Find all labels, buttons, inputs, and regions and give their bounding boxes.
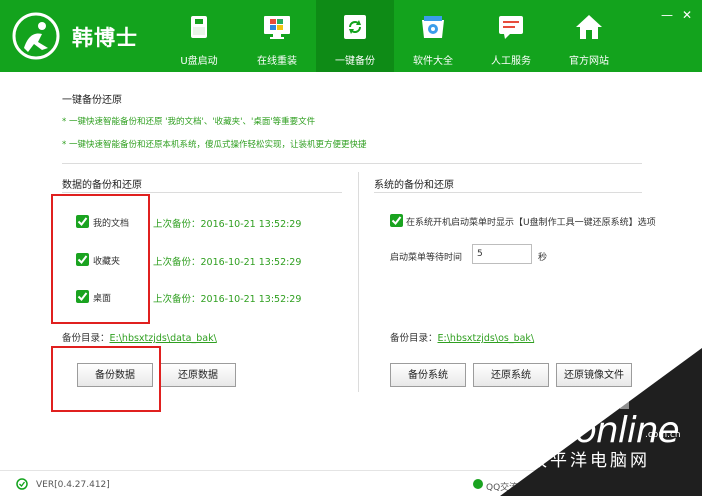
system-dir-link[interactable]: E:\hbsxtzjds\os_bak\ [438, 333, 535, 344]
wait-time-label: 启动菜单等待时间 [390, 253, 463, 263]
nav-usb-boot[interactable]: U盘启动 [160, 0, 238, 72]
nav-one-click-backup[interactable]: 一键备份 [316, 0, 394, 72]
qq-icon [473, 479, 483, 489]
wait-time-unit: 秒 [538, 253, 548, 263]
dir-label: 备份目录： [62, 333, 110, 344]
nav-official-site[interactable]: 官方网站 [550, 0, 628, 72]
refresh-backup-icon [344, 15, 366, 39]
wait-time-input[interactable]: 5 [472, 244, 532, 264]
restore-data-button[interactable]: 还原数据 [160, 363, 236, 387]
nav-label: 一键备份 [335, 56, 375, 67]
watermark-domain: .com.cn [645, 430, 681, 440]
dir-label: 备份目录： [390, 333, 438, 344]
section-divider [62, 163, 642, 164]
feature-note: * 一键快速智能备份和还原 '我的文档'、'收藏夹'、'桌面'等重要文件 [62, 117, 316, 127]
last-backup-time: 上次备份：2016-10-21 13:52:29 [153, 294, 302, 305]
check-icon [391, 216, 402, 226]
nav-label: 官方网站 [569, 56, 609, 67]
highlight-checkbox-box [51, 194, 150, 324]
data-title-divider [62, 192, 342, 193]
home-icon [576, 15, 602, 39]
chat-service-icon [499, 16, 523, 39]
nav-manual-service[interactable]: 人工服务 [472, 0, 550, 72]
version-text: VER[0.4.27.412] [36, 480, 110, 490]
system-title-divider [374, 192, 642, 193]
feature-note: * 一键快速智能备份和还原本机系统，傻瓜式操作轻松实现，让装机更方便更快捷 [62, 140, 367, 150]
section-vertical-divider [358, 172, 359, 392]
boot-menu-option-checkbox[interactable] [390, 214, 403, 227]
minimize-button[interactable]: — [660, 8, 674, 22]
brand-name: 韩博士 [72, 26, 138, 50]
data-backup-dir: 备份目录：E:\hbsxtzjds\data_bak\ [62, 330, 217, 344]
data-dir-link[interactable]: E:\hbsxtzjds\data_bak\ [110, 333, 217, 344]
title-bar: 韩博士 U盘启动 在线重装 一键备份 软件大全 人工服务 官方网站 — ✕ [0, 0, 702, 72]
system-section-title: 系统的备份和还原 [374, 180, 454, 191]
boot-menu-option-label: 在系统开机启动菜单时显示【U盘制作工具一键还原系统】选项 [406, 218, 656, 228]
nav-software[interactable]: 软件大全 [394, 0, 472, 72]
nav-online-reinstall[interactable]: 在线重装 [238, 0, 316, 72]
nav-label: 软件大全 [413, 56, 453, 67]
close-button[interactable]: ✕ [680, 8, 694, 22]
usb-drive-icon [191, 16, 207, 38]
watermark-subtitle: 太平洋电脑网 [530, 451, 650, 471]
page-title: 一键备份还原 [62, 95, 122, 106]
software-store-icon [422, 16, 444, 38]
app-logo-icon [12, 12, 60, 60]
last-backup-time: 上次备份：2016-10-21 13:52:29 [153, 257, 302, 268]
nav-label: U盘启动 [180, 56, 218, 67]
last-backup-time: 上次备份：2016-10-21 13:52:29 [153, 219, 302, 230]
windows-monitor-icon [264, 16, 290, 39]
backup-system-button[interactable]: 备份系统 [390, 363, 466, 387]
version-icon [16, 478, 28, 490]
system-backup-dir: 备份目录：E:\hbsxtzjds\os_bak\ [390, 330, 534, 344]
nav-label: 在线重装 [257, 56, 297, 67]
nav-label: 人工服务 [491, 56, 531, 67]
highlight-backup-box [51, 346, 161, 412]
data-section-title: 数据的备份和还原 [62, 180, 142, 191]
